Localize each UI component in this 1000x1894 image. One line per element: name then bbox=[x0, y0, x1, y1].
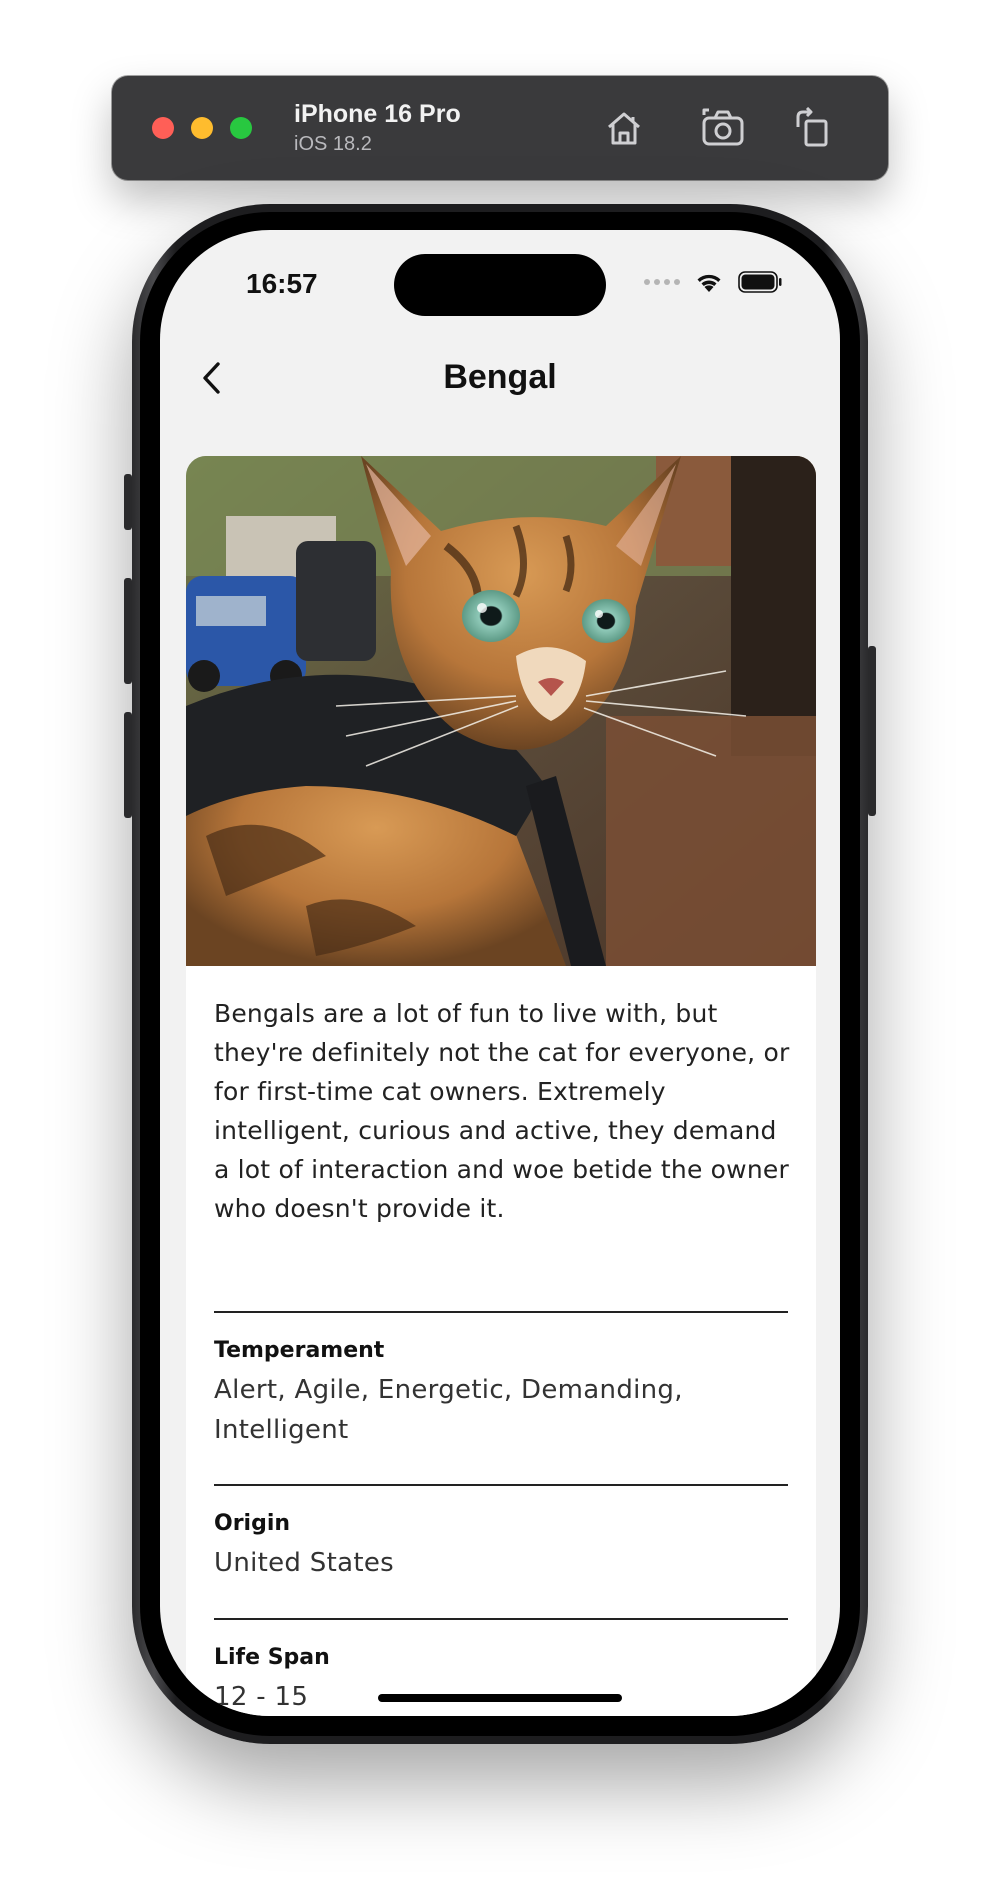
divider bbox=[214, 1311, 788, 1313]
screenshot-icon[interactable] bbox=[699, 104, 747, 152]
battery-icon bbox=[738, 271, 782, 293]
home-icon[interactable] bbox=[600, 104, 648, 152]
action-button[interactable] bbox=[124, 474, 132, 530]
bengal-cat-photo bbox=[186, 456, 816, 966]
simulator-toolbar: iPhone 16 Pro iOS 18.2 bbox=[112, 76, 888, 180]
temperament-label: Temperament bbox=[214, 1338, 385, 1363]
origin-label: Origin bbox=[214, 1511, 291, 1536]
rotate-icon[interactable] bbox=[788, 104, 836, 152]
cellular-dots-icon bbox=[644, 279, 680, 285]
wifi-icon bbox=[697, 274, 721, 292]
close-window-button[interactable] bbox=[152, 117, 174, 139]
temperament-value: Alert, Agile, Energetic, Demanding, Inte… bbox=[214, 1375, 683, 1445]
device-name: iPhone 16 Pro bbox=[294, 100, 461, 128]
page-title: Bengal bbox=[443, 358, 557, 396]
volume-up-button[interactable] bbox=[124, 578, 132, 684]
status-icons bbox=[644, 270, 782, 294]
origin-value: United States bbox=[214, 1548, 394, 1578]
phone-screen: 16:57 Bengal Bengals are a lot of fun to… bbox=[160, 230, 840, 1716]
os-version: iOS 18.2 bbox=[294, 133, 372, 155]
home-indicator[interactable] bbox=[378, 1694, 622, 1702]
dynamic-island bbox=[394, 254, 606, 316]
divider bbox=[214, 1618, 788, 1620]
volume-down-button[interactable] bbox=[124, 712, 132, 818]
breed-description: Bengals are a lot of fun to live with, b… bbox=[214, 999, 790, 1223]
power-button[interactable] bbox=[868, 646, 876, 816]
status-time: 16:57 bbox=[246, 268, 318, 299]
minimize-window-button[interactable] bbox=[191, 117, 213, 139]
zoom-window-button[interactable] bbox=[230, 117, 252, 139]
divider bbox=[214, 1484, 788, 1486]
breed-detail-card: Bengals are a lot of fun to live with, b… bbox=[186, 456, 816, 1716]
life-span-label: Life Span bbox=[214, 1645, 330, 1670]
simulator-stage: iPhone 16 Pro iOS 18.2 16:57 Bengal Beng… bbox=[0, 0, 1000, 1894]
